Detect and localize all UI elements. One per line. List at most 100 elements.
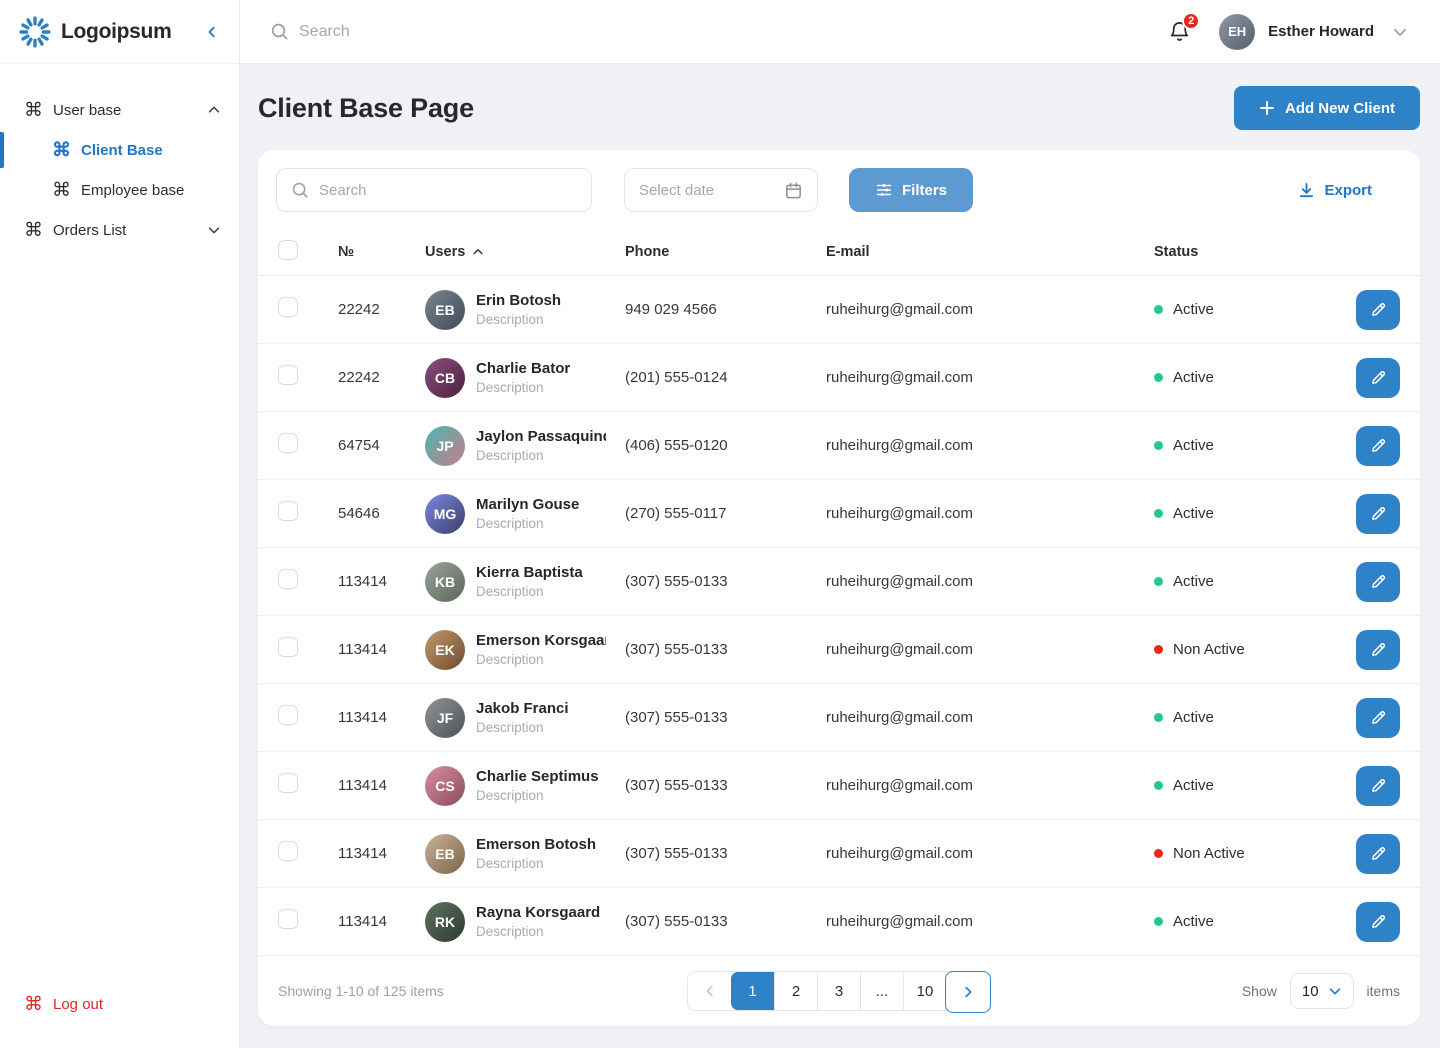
sidebar-item-label: User base <box>53 102 121 119</box>
table-row: 113414 EK Emerson Korsgaard Description … <box>258 616 1420 684</box>
status-label: Active <box>1173 709 1214 726</box>
logout-button[interactable]: ⌘ Log out <box>0 984 239 1024</box>
edit-button[interactable] <box>1356 698 1400 738</box>
pagination-page-2[interactable]: 2 <box>774 972 817 1010</box>
chevron-right-icon <box>961 985 975 999</box>
row-number: 22242 <box>338 369 425 386</box>
row-checkbox[interactable] <box>278 297 298 317</box>
sidebar-collapse-button[interactable] <box>201 21 223 43</box>
user-name: Rayna Korsgaard <box>476 904 600 921</box>
pencil-icon <box>1370 573 1387 590</box>
row-checkbox[interactable] <box>278 433 298 453</box>
row-checkbox[interactable] <box>278 909 298 929</box>
table-row: 113414 RK Rayna Korsgaard Description (3… <box>258 888 1420 956</box>
user-description: Description <box>476 516 579 531</box>
sidebar-item-employee-base[interactable]: ⌘ Employee base <box>0 170 239 210</box>
row-checkbox[interactable] <box>278 501 298 521</box>
status-label: Non Active <box>1173 845 1245 862</box>
sidebar-item-label: Orders List <box>53 222 126 239</box>
table-toolbar: Filters Export <box>258 150 1420 228</box>
row-phone: (307) 555-0133 <box>625 777 826 794</box>
pagination-page-1[interactable]: 1 <box>731 972 774 1010</box>
row-checkbox[interactable] <box>278 705 298 725</box>
user-menu-button[interactable] <box>1388 20 1412 44</box>
row-email: ruheihurg@gmail.com <box>826 913 1154 930</box>
header-email: E-mail <box>826 244 1154 260</box>
avatar: KB <box>425 562 465 602</box>
status-label: Active <box>1173 913 1214 930</box>
row-email: ruheihurg@gmail.com <box>826 641 1154 658</box>
user-name: Marilyn Gouse <box>476 496 579 513</box>
pencil-icon <box>1370 505 1387 522</box>
pagination-ellipsis[interactable]: ... <box>860 972 903 1010</box>
row-checkbox[interactable] <box>278 773 298 793</box>
logo: Logoipsum <box>18 15 171 49</box>
status-dot <box>1154 917 1163 926</box>
row-phone: (307) 555-0133 <box>625 641 826 658</box>
row-phone: (406) 555-0120 <box>625 437 826 454</box>
plus-icon <box>1259 100 1275 116</box>
filters-button[interactable]: Filters <box>849 168 973 212</box>
row-checkbox[interactable] <box>278 569 298 589</box>
status-label: Active <box>1173 369 1214 386</box>
user-description: Description <box>476 584 583 599</box>
row-number: 113414 <box>338 845 425 862</box>
row-checkbox[interactable] <box>278 637 298 657</box>
sidebar-item-client-base[interactable]: ⌘ Client Base <box>0 130 239 170</box>
pagination-page-3[interactable]: 3 <box>817 972 860 1010</box>
command-icon: ⌘ <box>24 221 43 240</box>
row-checkbox[interactable] <box>278 841 298 861</box>
global-search-input[interactable] <box>299 23 690 41</box>
notifications-button[interactable]: 2 <box>1168 20 1191 43</box>
add-new-client-label: Add New Client <box>1285 100 1395 117</box>
date-input[interactable] <box>639 182 784 199</box>
edit-button[interactable] <box>1356 562 1400 602</box>
row-number: 113414 <box>338 709 425 726</box>
sidebar-item-user-base[interactable]: ⌘ User base <box>0 90 239 130</box>
table-row: 113414 EB Emerson Botosh Description (30… <box>258 820 1420 888</box>
header-users-sort[interactable]: Users <box>425 244 625 260</box>
chevron-up-icon <box>472 246 484 258</box>
row-email: ruheihurg@gmail.com <box>826 573 1154 590</box>
search-icon <box>270 22 289 41</box>
edit-button[interactable] <box>1356 358 1400 398</box>
table-row: 113414 CS Charlie Septimus Description (… <box>258 752 1420 820</box>
table-search-input[interactable] <box>319 182 577 199</box>
row-email: ruheihurg@gmail.com <box>826 301 1154 318</box>
edit-button[interactable] <box>1356 426 1400 466</box>
row-email: ruheihurg@gmail.com <box>826 369 1154 386</box>
page-header: Client Base Page Add New Client <box>258 86 1420 130</box>
table-row: 64754 JP Jaylon Passaquindi Description … <box>258 412 1420 480</box>
edit-button[interactable] <box>1356 902 1400 942</box>
pagination-next-button[interactable] <box>945 971 991 1013</box>
pagination-page-10[interactable]: 10 <box>903 972 946 1010</box>
pagination-prev-button[interactable] <box>688 972 731 1010</box>
header-users-label: Users <box>425 244 465 260</box>
edit-button[interactable] <box>1356 630 1400 670</box>
select-all-checkbox[interactable] <box>278 240 298 260</box>
table-footer: Showing 1-10 of 125 items 123...10 <box>258 956 1420 1026</box>
row-checkbox[interactable] <box>278 365 298 385</box>
user-name: Esther Howard <box>1268 23 1374 40</box>
edit-button[interactable] <box>1356 834 1400 874</box>
notification-badge: 2 <box>1182 12 1200 30</box>
edit-button[interactable] <box>1356 494 1400 534</box>
row-number: 22242 <box>338 301 425 318</box>
user-avatar[interactable]: EH <box>1219 14 1255 50</box>
pagination-pages: 123...10 <box>731 972 946 1010</box>
status-dot <box>1154 781 1163 790</box>
date-picker[interactable] <box>624 168 818 212</box>
user-description: Description <box>476 788 599 803</box>
pencil-icon <box>1370 301 1387 318</box>
page-size-select[interactable]: 10 <box>1290 973 1354 1009</box>
sidebar-item-orders-list[interactable]: ⌘ Orders List <box>0 210 239 250</box>
pencil-icon <box>1370 777 1387 794</box>
topbar-right: 2 EH Esther Howard <box>1168 14 1412 50</box>
chevron-left-icon <box>205 25 219 39</box>
row-email: ruheihurg@gmail.com <box>826 505 1154 522</box>
edit-button[interactable] <box>1356 766 1400 806</box>
edit-button[interactable] <box>1356 290 1400 330</box>
table-search <box>276 168 592 212</box>
add-new-client-button[interactable]: Add New Client <box>1234 86 1420 130</box>
export-button[interactable]: Export <box>1298 182 1372 199</box>
